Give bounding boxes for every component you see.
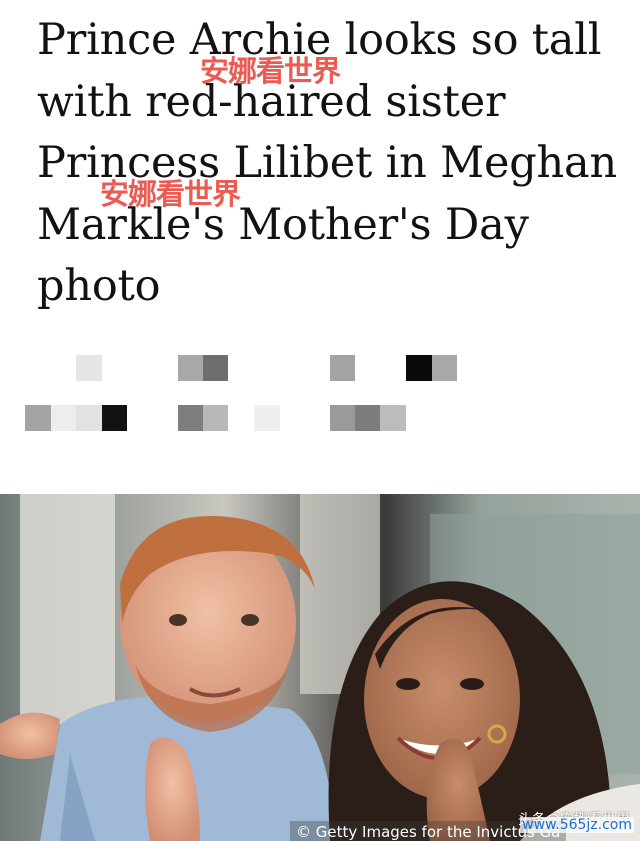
censored-byline bbox=[0, 355, 640, 381]
article-photo: © Getty Images for the Invictus Ga bbox=[0, 494, 640, 841]
photo-illustration bbox=[0, 494, 640, 841]
watermark-overlay: 安娜看世界 bbox=[200, 54, 341, 88]
censored-dateline bbox=[0, 405, 640, 431]
site-url-watermark: www.565jz.com bbox=[520, 817, 634, 833]
watermark-overlay: 安娜看世界 bbox=[100, 177, 241, 211]
